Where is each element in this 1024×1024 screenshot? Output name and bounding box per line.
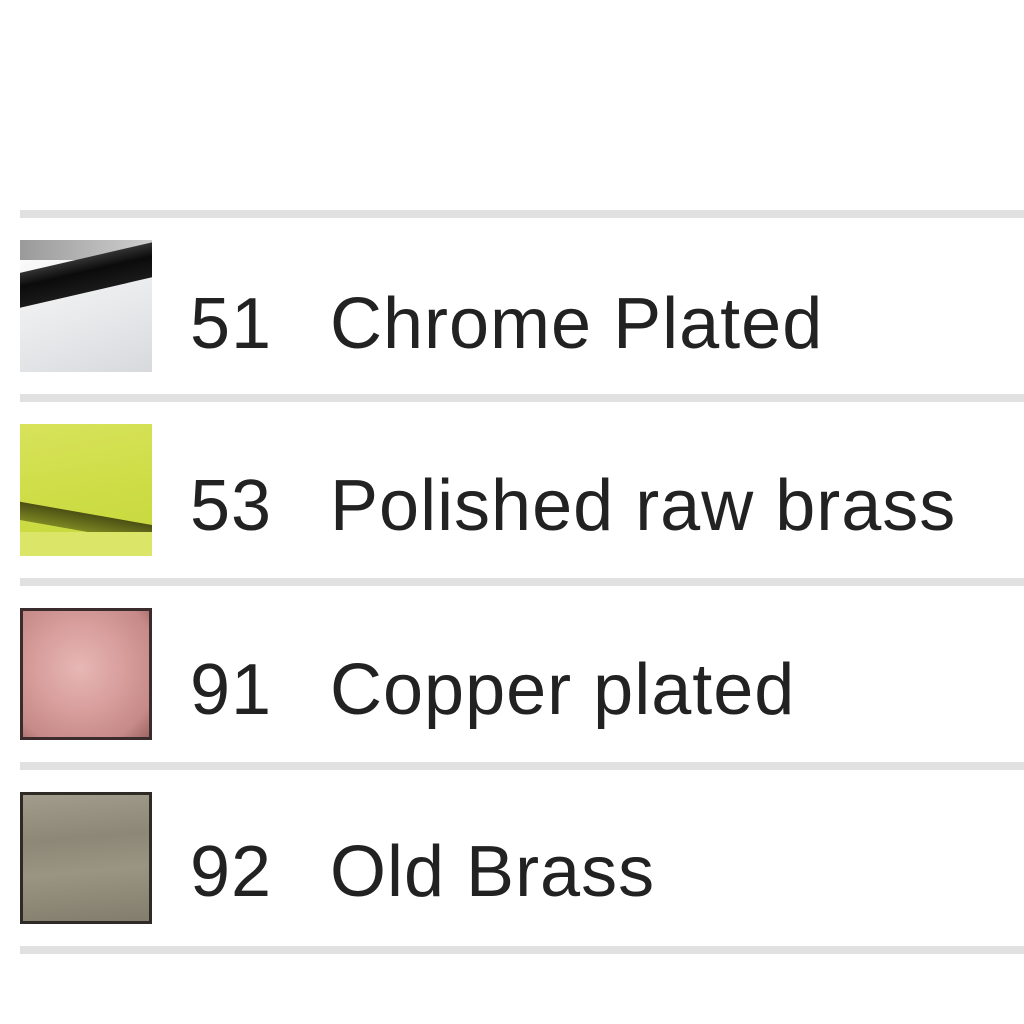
finish-row-old-brass[interactable]: 92 Old Brass [20, 770, 1024, 946]
finish-row-copper-plated[interactable]: 91 Copper plated [20, 586, 1024, 762]
finish-row-chrome-plated[interactable]: 51 Chrome Plated [20, 218, 1024, 394]
finish-name: Polished raw brass [330, 466, 957, 546]
row-divider [20, 210, 1024, 218]
old-brass-swatch [20, 792, 152, 924]
finish-code: 92 [190, 832, 273, 912]
chrome-swatch [20, 240, 152, 372]
finish-code: 51 [190, 284, 273, 364]
row-divider [20, 578, 1024, 586]
finish-name: Chrome Plated [330, 284, 824, 364]
copper-swatch [20, 608, 152, 740]
finish-name: Old Brass [330, 832, 656, 912]
finish-name: Copper plated [330, 650, 796, 730]
row-divider [20, 394, 1024, 402]
finish-code: 53 [190, 466, 273, 546]
finish-list: 51 Chrome Plated 53 Polished raw brass 9… [20, 210, 1024, 954]
finish-code: 91 [190, 650, 273, 730]
row-divider [20, 762, 1024, 770]
row-divider [20, 946, 1024, 954]
finish-row-polished-raw-brass[interactable]: 53 Polished raw brass [20, 402, 1024, 578]
brass-swatch [20, 424, 152, 556]
